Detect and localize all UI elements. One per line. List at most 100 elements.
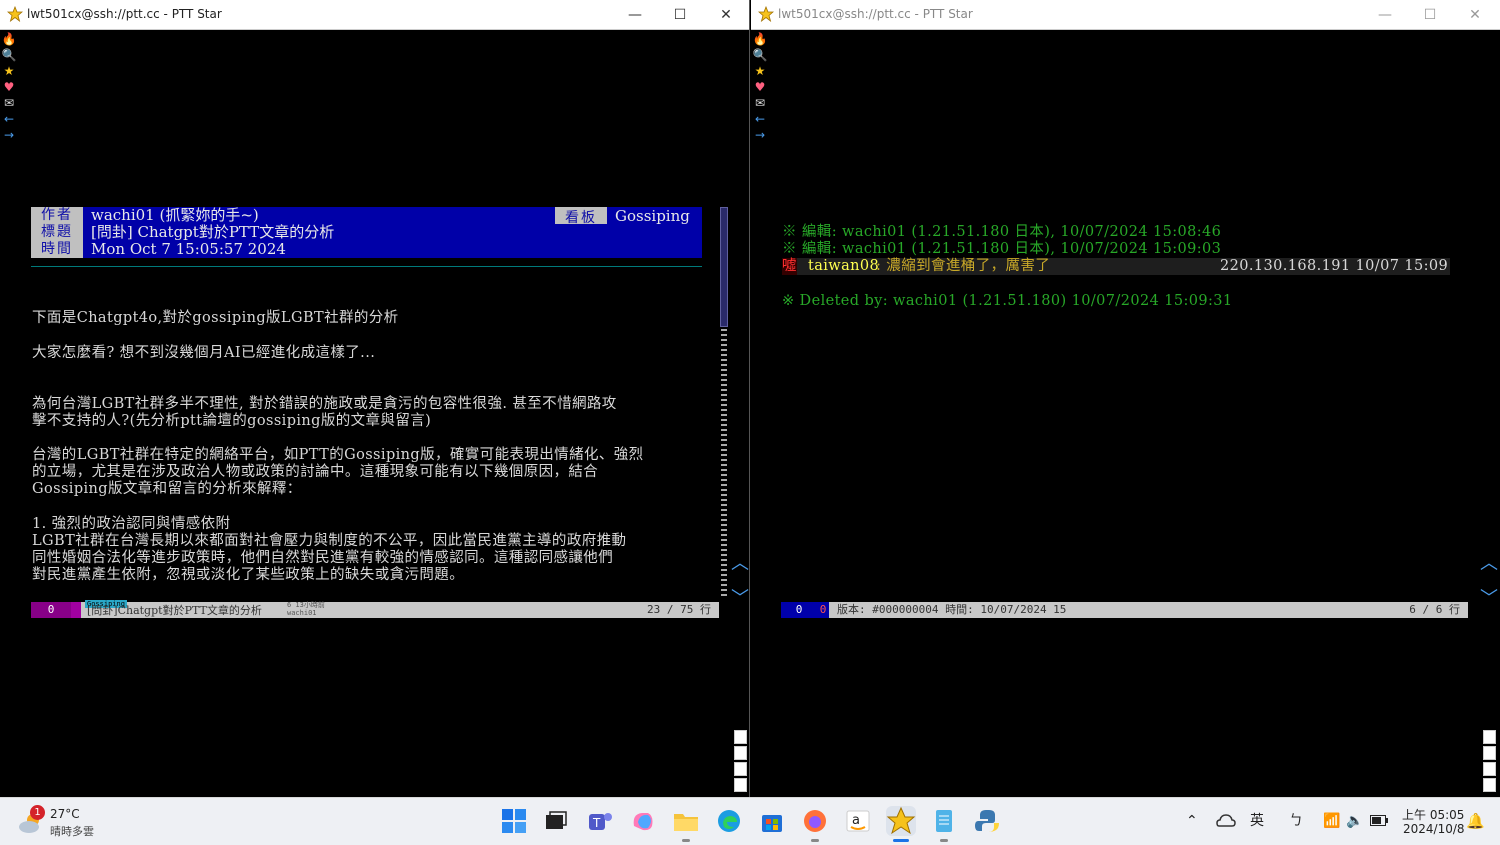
firefox-app[interactable]: [800, 806, 830, 836]
fire-icon[interactable]: 🔥: [1, 32, 17, 47]
python-icon: [975, 810, 999, 832]
search-icon[interactable]: 🔍: [1, 48, 17, 63]
left-title-bar[interactable]: lwt501cx@ssh://ptt.cc - PTT Star — ☐ ✕: [0, 0, 749, 30]
header-divider: [31, 266, 702, 267]
right-title-bar[interactable]: lwt501cx@ssh://ptt.cc - PTT Star — ☐ ✕: [751, 0, 1500, 30]
ptt-star-app[interactable]: [886, 806, 916, 836]
maximize-button[interactable]: ☐: [1416, 4, 1444, 26]
minimize-button[interactable]: —: [621, 4, 649, 26]
scroll-up-icon[interactable]: ︿: [1480, 555, 1498, 573]
right-side-toolbar: 🔥 🔍 ★ ♥ ✉ ← →: [751, 31, 769, 144]
push-ip-time: 220.130.168.191 10/07 15:09: [1220, 258, 1449, 274]
python-app[interactable]: [972, 806, 1002, 836]
search-icon[interactable]: 🔍: [752, 48, 768, 63]
title-value: [問卦] Chatgpt對於PTT文章的分析: [91, 223, 335, 241]
left-side-toolbar: 🔥 🔍 ★ ♥ ✉ ← →: [0, 31, 18, 144]
deleted-log-line: ※ Deleted by: wachi01 (1.21.51.180) 10/0…: [782, 293, 1233, 309]
edge-icon: [718, 810, 740, 832]
push-tag: 噓: [782, 258, 797, 275]
window-icon[interactable]: [734, 746, 747, 760]
firefox-icon: [804, 810, 826, 832]
close-button[interactable]: ✕: [712, 4, 740, 26]
tray-overflow-icon[interactable]: ⌃: [1186, 798, 1198, 845]
scroll-up-icon[interactable]: ︿: [731, 555, 749, 573]
folder-icon: [674, 814, 698, 831]
start-button[interactable]: [499, 806, 529, 836]
battery-icon[interactable]: [1370, 815, 1388, 826]
star-icon[interactable]: ★: [752, 64, 768, 79]
ptt-star-icon: [886, 806, 916, 835]
volume-icon[interactable]: 🔈: [1346, 798, 1363, 845]
copilot-app[interactable]: [628, 806, 658, 836]
status-count-a: 0: [781, 602, 817, 618]
list-document-icon[interactable]: [734, 778, 747, 792]
back-arrow-icon[interactable]: ←: [1, 112, 17, 127]
clock-date[interactable]: 2024/10/8: [1403, 822, 1465, 836]
forward-arrow-icon[interactable]: →: [1, 128, 17, 143]
window-icon[interactable]: [1483, 746, 1496, 760]
time-value: Mon Oct 7 15:05:57 2024: [91, 240, 286, 258]
edit-document-icon[interactable]: [734, 762, 747, 776]
fire-icon[interactable]: 🔥: [752, 32, 768, 47]
file-explorer-app[interactable]: [671, 806, 701, 836]
close-button[interactable]: ✕: [1461, 4, 1489, 26]
svg-text:T: T: [592, 816, 601, 830]
heart-icon[interactable]: ♥: [752, 80, 768, 95]
task-view-button[interactable]: [541, 806, 571, 836]
weather-temp: 27°C: [50, 807, 80, 821]
onedrive-icon[interactable]: [1216, 812, 1236, 830]
store-icon: [762, 815, 782, 832]
article-line: 同性婚姻合法化等進步政策時，他們自然對民進黨有較強的情感認同。這種認同感讓他們: [32, 550, 614, 566]
article-scrollbar[interactable]: [720, 207, 728, 597]
teams-app[interactable]: T: [585, 806, 615, 836]
article-line: 對民進黨產生依附，忽視或淡化了某些政策上的缺失或貪污問題。: [32, 567, 465, 583]
board-label: 看板: [555, 207, 607, 226]
time-label: 時間: [31, 241, 83, 258]
task-view-icon: [546, 811, 567, 829]
scrollbar-thumb[interactable]: [720, 207, 728, 327]
star-icon[interactable]: ★: [1, 64, 17, 79]
ime-mode[interactable]: ㄅ: [1289, 798, 1303, 845]
weather-widget[interactable]: 1 27°C 晴時多雲: [14, 802, 104, 842]
status-age-tag: 6 13小時前: [287, 601, 325, 609]
document-icon[interactable]: [734, 730, 747, 744]
weather-desc: 晴時多雲: [50, 825, 94, 838]
ime-language[interactable]: 英: [1250, 798, 1264, 845]
document-icon[interactable]: [1483, 730, 1496, 744]
scroll-down-icon[interactable]: ﹀: [731, 590, 749, 608]
status-count: 0: [31, 602, 71, 618]
amazon-app[interactable]: a: [843, 806, 873, 836]
mailbox-icon[interactable]: ✉: [752, 96, 768, 111]
svg-text:a: a: [852, 813, 860, 828]
weather-badge: 1: [30, 805, 45, 820]
wifi-icon[interactable]: 📶: [1323, 798, 1340, 845]
microsoft-store-app[interactable]: [757, 806, 787, 836]
notification-bell-icon[interactable]: 🔔: [1466, 798, 1485, 845]
heart-icon[interactable]: ♥: [1, 80, 17, 95]
left-status-bar: 0 Gossiping [問卦]Chatgpt對於PTT文章的分析 6 13小時…: [31, 600, 719, 618]
edit-document-icon[interactable]: [1483, 762, 1496, 776]
right-terminal-window: lwt501cx@ssh://ptt.cc - PTT Star — ☐ ✕ 🔥…: [751, 0, 1500, 797]
scrollbar-track[interactable]: [721, 329, 727, 597]
ptt-star-icon: [7, 6, 23, 22]
maximize-button[interactable]: ☐: [666, 4, 694, 26]
windows-icon: [502, 809, 526, 833]
notepad-app[interactable]: [929, 806, 959, 836]
article-line: 台灣的LGBT社群在特定的網絡平台，如PTT的Gossiping版，確實可能表現…: [32, 447, 644, 463]
mailbox-icon[interactable]: ✉: [1, 96, 17, 111]
clock-time[interactable]: 上午 05:05: [1402, 806, 1464, 823]
list-document-icon[interactable]: [1483, 778, 1496, 792]
board-value: Gossiping: [615, 207, 690, 225]
status-version: 版本: #000000004 時間: 10/07/2024 15: [837, 603, 1067, 616]
copilot-icon: [633, 813, 653, 831]
author-label: 作者: [31, 207, 83, 224]
running-indicator: [682, 839, 690, 842]
forward-arrow-icon[interactable]: →: [752, 128, 768, 143]
minimize-button[interactable]: —: [1371, 4, 1399, 26]
article-line: 的立場，尤其是在涉及政治人物或政策的討論中。這種現象可能有以下幾個原因，結合: [32, 464, 599, 480]
left-window-title: lwt501cx@ssh://ptt.cc - PTT Star: [27, 7, 222, 21]
back-arrow-icon[interactable]: ←: [752, 112, 768, 127]
scroll-down-icon[interactable]: ﹀: [1480, 590, 1498, 608]
edge-browser-app[interactable]: [714, 806, 744, 836]
status-position: 6 / 6 行: [1409, 603, 1460, 616]
